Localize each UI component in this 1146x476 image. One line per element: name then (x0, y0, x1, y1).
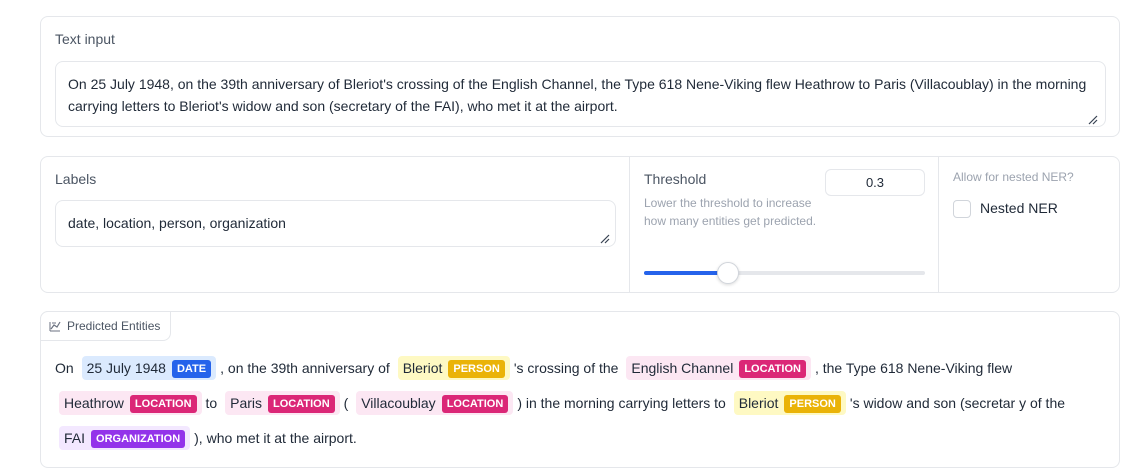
entity-location: Villacoublay LOCATION (356, 391, 514, 415)
entity-date: 25 July 1948 DATE (81, 356, 217, 380)
entity-text: Bleriot (738, 395, 779, 411)
entity-badge: LOCATION (739, 360, 806, 378)
nested-info: Allow for nested NER? (953, 170, 1074, 184)
entity-location: Heathrow LOCATION (59, 391, 202, 415)
plain-text: On (55, 360, 74, 376)
threshold-info: Lower the threshold to increase how many… (644, 196, 817, 228)
plain-text: ( (343, 395, 349, 411)
entity-text: FAI (64, 430, 86, 446)
entity-text: Villacoublay (361, 395, 436, 411)
plain-text: to (205, 395, 218, 411)
entity-text: Heathrow (64, 395, 124, 411)
predicted-entities-label: Predicted Entities (67, 319, 161, 333)
plain-text: , the Type 618 Nene-Viking flew (814, 360, 1013, 376)
resize-grip-icon[interactable] (600, 234, 610, 244)
entity-badge: LOCATION (129, 395, 197, 413)
slider-thumb[interactable] (717, 262, 740, 284)
predicted-entities-panel: Predicted Entities On 25 July 1948 DATE , … (40, 311, 1120, 468)
entity-organization: FAI ORGANIZATION (59, 426, 191, 450)
entity-text: English Channel (631, 360, 734, 376)
entity-text: Paris (230, 395, 263, 411)
nested-section: Allow for nested NER? Nested NER (939, 157, 1119, 292)
entity-badge: DATE (171, 360, 212, 378)
nested-ner-checkbox[interactable] (953, 200, 971, 218)
text-input-panel: Text input On 25 July 1948, on the 39th … (40, 16, 1120, 137)
slider-fill (644, 271, 729, 275)
threshold-number-input[interactable]: 0.3 (825, 169, 925, 196)
plain-text: , on the 39th anniversary of (220, 360, 390, 376)
entity-location: English Channel LOCATION (626, 356, 811, 380)
labels-input[interactable]: date, location, person, organization (55, 200, 616, 247)
entity-badge: LOCATION (441, 395, 509, 413)
chart-icon (49, 321, 61, 332)
entity-person: Bleriot PERSON (397, 356, 510, 380)
entity-location: Paris LOCATION (225, 391, 340, 415)
settings-row: Labels date, location, person, organizat… (40, 156, 1120, 293)
nested-ner-label[interactable]: Nested NER (980, 200, 1058, 216)
plain-text: y of the (1019, 395, 1066, 411)
entity-badge: PERSON (784, 395, 841, 413)
entity-text: 25 July 1948 (86, 360, 166, 376)
plain-text: ), who met it at the airport. (194, 430, 357, 446)
threshold-slider[interactable] (644, 262, 925, 284)
resize-grip-icon[interactable] (1088, 115, 1098, 125)
entity-text: Bleriot (402, 360, 443, 376)
plain-text: ) in the morning carrying letters to (517, 395, 726, 411)
entity-badge: PERSON (448, 360, 505, 378)
plain-text: 's widow and son (secretar (849, 395, 1016, 411)
text-input-label: Text input (55, 31, 115, 47)
plain-text: 's crossing of the (513, 360, 619, 376)
labels-label: Labels (55, 171, 97, 187)
threshold-label: Threshold (644, 171, 707, 187)
labels-section: Labels date, location, person, organizat… (41, 157, 630, 292)
threshold-section: Threshold Lower the threshold to increas… (630, 157, 939, 292)
text-input-textarea[interactable]: On 25 July 1948, on the 39th anniversary… (55, 61, 1106, 127)
highlighted-text: On 25 July 1948 DATE , on the 39th anniver… (55, 351, 1107, 456)
entity-badge: LOCATION (268, 395, 335, 413)
entity-person: Bleriot PERSON (733, 391, 846, 415)
entity-badge: ORGANIZATION (91, 430, 186, 448)
predicted-entities-tab: Predicted Entities (40, 311, 172, 341)
